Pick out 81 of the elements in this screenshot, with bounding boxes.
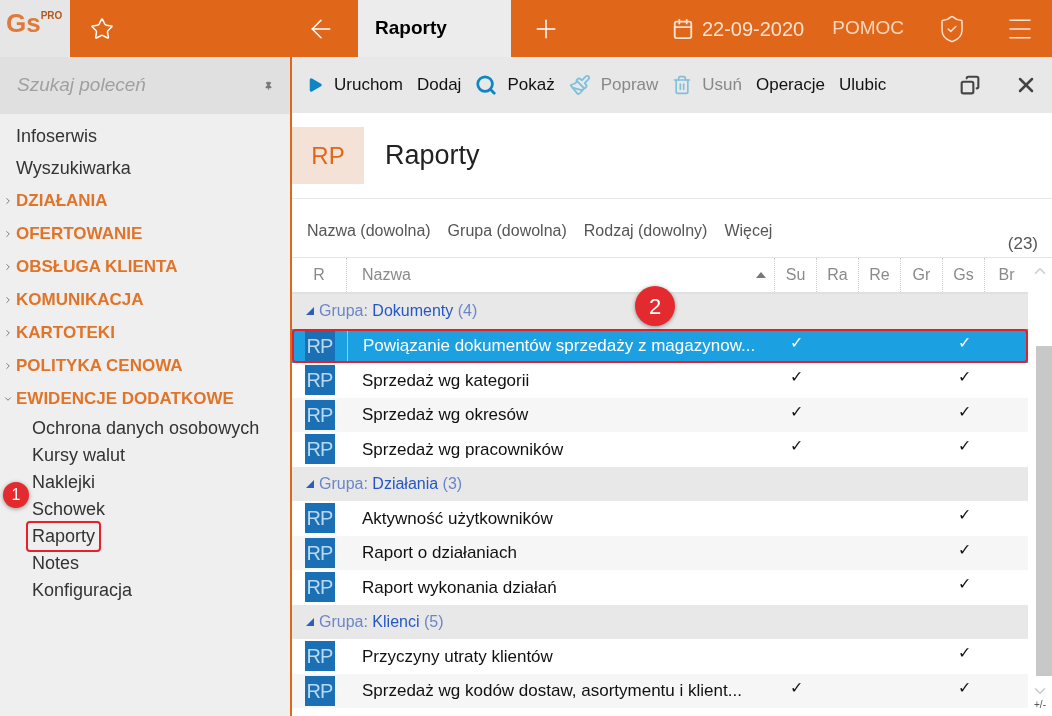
- search-bar[interactable]: Szukaj poleceń: [0, 57, 290, 114]
- report-badge: RP: [304, 503, 335, 534]
- expanded-triangle-icon: [306, 307, 314, 316]
- column-header[interactable]: Su: [775, 258, 817, 292]
- search-icon: [475, 74, 498, 96]
- check-mark: ✓: [957, 539, 971, 560]
- toolbar-button[interactable]: Uruchom: [306, 72, 403, 98]
- page-title: Raporty: [385, 139, 480, 173]
- report-badge: RP: [304, 572, 335, 603]
- check-mark: ✓: [789, 436, 803, 456]
- filter-link[interactable]: Rodzaj (dowolny): [583, 219, 708, 243]
- report-name: Sprzedaż wg kategorii: [362, 369, 530, 392]
- report-badge: RP: [304, 537, 335, 568]
- report-badge: RP: [304, 434, 335, 465]
- toolbar-button[interactable]: Dodaj: [416, 72, 462, 98]
- report-badge: RP: [304, 641, 335, 672]
- check-mark: ✓: [789, 367, 803, 387]
- tab[interactable]: Raporty: [358, 0, 511, 57]
- group-label: Grupa: Dokumenty (4): [319, 301, 478, 322]
- report-badge: RP: [304, 330, 335, 361]
- chevron-right-icon: [3, 261, 13, 272]
- check-mark: ✓: [789, 332, 803, 353]
- sidebar-link[interactable]: Wyszukiwarka: [16, 154, 131, 182]
- report-name: Sprzedaż wg pracowników: [362, 438, 564, 461]
- report-badge: RP: [304, 399, 335, 430]
- resize-hint[interactable]: +/-: [1034, 700, 1046, 710]
- check-mark: ✓: [789, 401, 803, 422]
- check-mark: ✓: [789, 677, 803, 698]
- calendar-icon[interactable]: [671, 17, 694, 40]
- toolbar-button[interactable]: Operacje: [755, 72, 825, 98]
- star-icon[interactable]: [90, 16, 114, 41]
- table-row[interactable]: RP Powiązanie dokumentów sprzedaży z magazynow... ✓ ✓: [292, 328, 1028, 363]
- report-name: Powiązanie dokumentów sprzedaży z magazynow...: [363, 335, 756, 357]
- check-mark: ✓: [957, 401, 971, 422]
- module-badge: RP: [292, 127, 364, 184]
- report-badge: RP: [304, 675, 335, 706]
- report-name: Raport wykonania działań: [362, 576, 557, 599]
- check-mark: ✓: [957, 505, 971, 525]
- table-row[interactable]: RP Sprzedaż wg kodów dostaw, asortymentu i klient... ✓ ✓: [292, 673, 1028, 708]
- check-mark: ✓: [957, 677, 971, 698]
- group-label: Grupa: Działania (3): [319, 473, 463, 494]
- toolbar-button[interactable]: Pokaż: [475, 72, 555, 98]
- group-label: Grupa: Klienci (5): [319, 611, 444, 632]
- chevron-right-icon: [3, 195, 13, 206]
- scrollbar-thumb[interactable]: [1036, 346, 1052, 676]
- group-row[interactable]: Grupa: Działania (3): [292, 466, 1028, 501]
- check-mark: ✓: [957, 643, 971, 663]
- table-row[interactable]: RP Sprzedaż wg okresów ✓ ✓: [292, 397, 1028, 432]
- chevron-right-icon: [3, 327, 13, 338]
- report-badge: RP: [304, 365, 335, 396]
- restore-window-icon[interactable]: [960, 75, 980, 95]
- report-name: Sprzedaż wg okresów: [362, 404, 529, 426]
- filter-link[interactable]: Grupa (dowolna): [447, 219, 567, 243]
- brush-icon: [568, 74, 591, 96]
- chevron-right-icon: [3, 360, 13, 371]
- record-count: (23): [1007, 233, 1038, 255]
- report-name: Sprzedaż wg kodów dostaw, asortymentu i klient...: [362, 680, 742, 702]
- toolbar-button[interactable]: Ulubic: [838, 72, 887, 98]
- group-row[interactable]: Grupa: Klienci (5): [292, 604, 1028, 639]
- sidebar-link[interactable]: Infoserwis: [16, 122, 98, 150]
- search-field[interactable]: Szukaj poleceń: [17, 71, 264, 100]
- check-mark: ✓: [957, 574, 971, 594]
- check-mark: ✓: [957, 332, 971, 353]
- step-marker: 2: [635, 286, 675, 326]
- expanded-triangle-icon: [306, 617, 314, 626]
- report-name: Raport o działaniach: [362, 542, 517, 564]
- column-header[interactable]: Gr: [901, 258, 943, 292]
- check-mark: ✓: [957, 436, 971, 456]
- chevron-right-icon: [3, 294, 13, 305]
- chevron-right-icon: [3, 228, 13, 239]
- report-name: Przyczyny utraty klientów: [362, 645, 553, 668]
- expanded-triangle-icon: [306, 479, 314, 488]
- filter-link[interactable]: Więcej: [724, 219, 773, 243]
- filter-link[interactable]: Nazwa (dowolna): [307, 219, 431, 243]
- column-header[interactable]: Gs: [943, 258, 985, 292]
- sort-ascending-icon: [756, 272, 766, 278]
- sidebar-item[interactable]: Raporty: [26, 521, 102, 552]
- table-row[interactable]: RP Raport o działaniach ✓: [292, 535, 1028, 570]
- report-name: Aktywność użytkowników: [362, 507, 553, 530]
- check-mark: ✓: [957, 367, 971, 387]
- trash-icon: [672, 74, 693, 96]
